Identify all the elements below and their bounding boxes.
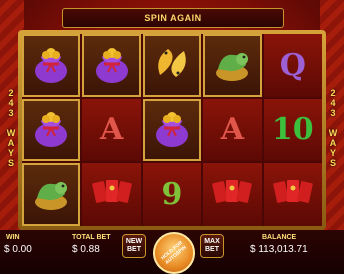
win-value: $ 0.00 bbox=[4, 244, 32, 255]
win-label: WIN bbox=[6, 234, 20, 241]
money-bag-icon bbox=[90, 41, 134, 90]
reel-cell bbox=[82, 163, 141, 226]
reel-cell bbox=[22, 34, 81, 97]
money-bag-icon bbox=[150, 105, 194, 154]
ways-left-label: 243WAYS bbox=[6, 88, 16, 168]
money-bag-icon bbox=[29, 105, 73, 154]
reel-cell: 10 bbox=[263, 98, 322, 162]
reel-cell bbox=[203, 163, 262, 226]
red-envelopes-icon bbox=[271, 172, 315, 217]
reel-cell bbox=[142, 98, 202, 162]
symbol-q: Q bbox=[279, 47, 306, 83]
reel-cell: A bbox=[82, 98, 141, 162]
max-bet-button[interactable]: MAX BET bbox=[200, 234, 224, 258]
symbol-9: 9 bbox=[161, 177, 183, 213]
reel-cell bbox=[22, 163, 81, 226]
total-bet-label: TOTAL BET bbox=[72, 234, 111, 241]
red-envelopes-icon bbox=[210, 172, 254, 217]
golden-fish-icon bbox=[150, 41, 194, 90]
red-envelopes-icon bbox=[90, 172, 134, 217]
reel-cell bbox=[22, 98, 81, 162]
reel-cell bbox=[82, 34, 141, 97]
reel-grid: Q A A 10 9 bbox=[22, 34, 322, 226]
symbol-a: A bbox=[99, 112, 124, 148]
balance-label: BALANCE bbox=[262, 234, 297, 241]
reel-cell: 9 bbox=[142, 163, 202, 226]
jade-dragon-icon bbox=[29, 170, 73, 219]
new-bet-button[interactable]: NEW BET bbox=[122, 234, 146, 258]
reel-cell bbox=[263, 163, 322, 226]
balance-value: $ 113,013.71 bbox=[250, 244, 308, 255]
symbol-10: 10 bbox=[271, 112, 314, 148]
reel-cell bbox=[203, 34, 262, 97]
symbol-a: A bbox=[220, 112, 245, 148]
total-bet-value: $ 0.88 bbox=[72, 244, 100, 255]
reel-cell: A bbox=[203, 98, 262, 162]
spin-button[interactable]: HOLD FOR AUTOSPIN bbox=[153, 232, 195, 274]
spin-again-banner: SPIN AGAIN bbox=[62, 8, 284, 28]
reel-cell bbox=[142, 34, 202, 97]
ways-right-label: 243WAYS bbox=[328, 88, 338, 168]
game-screen: SPIN AGAIN Q A A 10 9 243WAYS 243WAYS WIN $ … bbox=[0, 0, 344, 274]
reel-cell: Q bbox=[263, 34, 322, 97]
jade-dragon-icon bbox=[210, 41, 254, 90]
money-bag-icon bbox=[29, 41, 73, 90]
